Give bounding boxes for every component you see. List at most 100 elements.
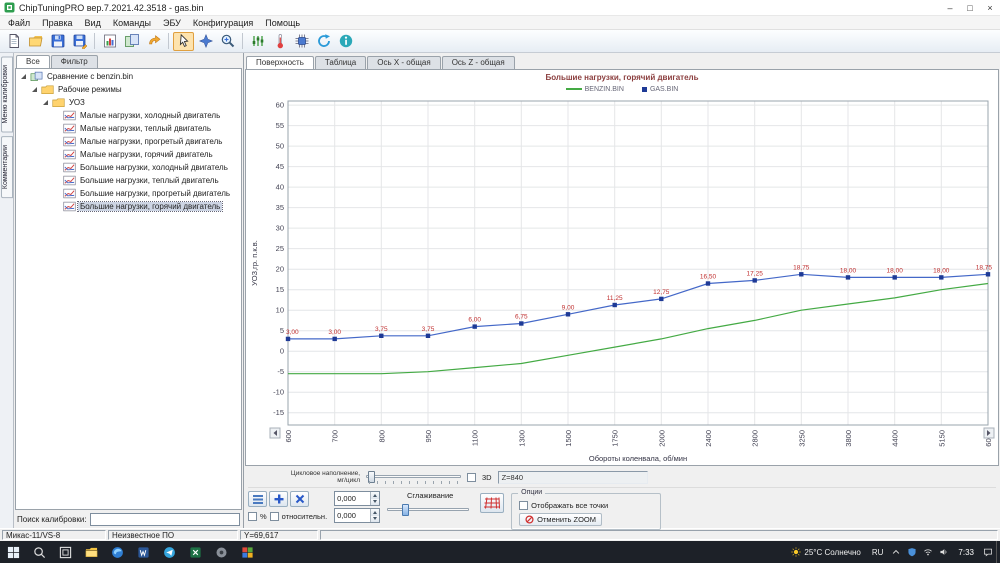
offset-spinbox-value: 0,000 bbox=[335, 509, 370, 522]
svg-text:1100: 1100 bbox=[471, 430, 480, 446]
tree-item-label: Большие нагрузки, прогретый двигатель bbox=[78, 189, 232, 198]
edge-browser-button[interactable] bbox=[104, 541, 130, 563]
temperature-button[interactable] bbox=[269, 32, 290, 51]
menu-item-5[interactable]: ЭБУ bbox=[157, 16, 187, 29]
chart-plot[interactable]: -15-10-505101520253035404550556060070080… bbox=[248, 95, 996, 465]
tree-item[interactable]: Малые нагрузки, горячий двигатель bbox=[16, 148, 241, 161]
relative-label: относительн. bbox=[282, 512, 327, 521]
svg-text:1750: 1750 bbox=[611, 430, 620, 447]
info-button[interactable] bbox=[335, 32, 356, 51]
spin-down-button[interactable] bbox=[371, 516, 379, 523]
tree-item[interactable]: Большие нагрузки, теплый двигатель bbox=[16, 174, 241, 187]
show-all-points-checkbox[interactable] bbox=[519, 501, 528, 510]
pinned-app-4-button[interactable] bbox=[156, 541, 182, 563]
table-mode-button[interactable] bbox=[248, 491, 267, 507]
svg-text:35: 35 bbox=[276, 203, 284, 212]
expand-arrow-icon[interactable] bbox=[30, 85, 39, 94]
file-explorer-button[interactable] bbox=[78, 541, 104, 563]
compare-files-button[interactable] bbox=[121, 32, 142, 51]
sidebar-tab[interactable]: Фильтр bbox=[51, 55, 98, 68]
pinned-app-5-button[interactable] bbox=[182, 541, 208, 563]
start-button[interactable] bbox=[0, 541, 26, 563]
view-tabs: ПоверхностьТаблицаОсь X - общаяОсь Z - о… bbox=[244, 53, 1000, 69]
report-button[interactable] bbox=[99, 32, 120, 51]
tree-item[interactable]: Сравнение с benzin.bin bbox=[16, 70, 241, 83]
spin-arrows[interactable] bbox=[370, 492, 379, 505]
tree-item[interactable]: Большие нагрузки, прогретый двигатель bbox=[16, 187, 241, 200]
delete-point-button[interactable] bbox=[290, 491, 309, 507]
smoothing-slider[interactable] bbox=[387, 502, 469, 518]
3d-checkbox[interactable] bbox=[467, 473, 476, 482]
network-tray-icon[interactable] bbox=[920, 541, 936, 563]
svg-text:1500: 1500 bbox=[564, 430, 573, 447]
navigator-button[interactable] bbox=[195, 32, 216, 51]
undo-zoom-button[interactable]: Отменить ZOOM bbox=[519, 513, 602, 526]
search-button[interactable] bbox=[26, 541, 52, 563]
view-tab[interactable]: Поверхность bbox=[246, 56, 314, 69]
close-button[interactable]: × bbox=[980, 0, 1000, 15]
spin-arrows[interactable] bbox=[370, 509, 379, 522]
cursor-mode-button[interactable] bbox=[173, 32, 194, 51]
ecu-chip-button[interactable] bbox=[291, 32, 312, 51]
show-desktop-button[interactable] bbox=[996, 541, 1000, 563]
menu-item-6[interactable]: Конфигурация bbox=[187, 16, 259, 29]
vertical-tab-1[interactable]: Меню калибровки bbox=[1, 56, 13, 132]
tree-item[interactable]: УОЗ bbox=[16, 96, 241, 109]
tree-item[interactable]: Малые нагрузки, теплый двигатель bbox=[16, 122, 241, 135]
save-as-button[interactable] bbox=[69, 32, 90, 51]
sidebar-tabs: ВсеФильтр bbox=[14, 53, 243, 68]
pinned-app-7-button[interactable] bbox=[234, 541, 260, 563]
menu-item-4[interactable]: Команды bbox=[107, 16, 157, 29]
tree-item[interactable]: Большие нагрузки, горячий двигатель bbox=[16, 200, 241, 213]
tree-item[interactable]: Малые нагрузки, холодный двигатель bbox=[16, 109, 241, 122]
tree-item[interactable]: Малые нагрузки, прогретый двигатель bbox=[16, 135, 241, 148]
security-tray-icon[interactable] bbox=[904, 541, 920, 563]
tree-item[interactable]: Большие нагрузки, холодный двигатель bbox=[16, 161, 241, 174]
vertical-tab-2[interactable]: Комментарии bbox=[1, 136, 13, 198]
action-center-button[interactable] bbox=[980, 541, 996, 563]
weather-widget[interactable]: 25°C Солнечно bbox=[785, 541, 866, 563]
new-file-button[interactable] bbox=[3, 32, 24, 51]
calibration-tune-button[interactable] bbox=[247, 32, 268, 51]
pinned-app-3-button[interactable] bbox=[130, 541, 156, 563]
view-tab[interactable]: Таблица bbox=[315, 56, 366, 69]
offset-spinbox[interactable]: 0,000 bbox=[334, 508, 380, 523]
maximize-button[interactable]: □ bbox=[960, 0, 980, 15]
spin-down-button[interactable] bbox=[371, 499, 379, 506]
pinned-app-6-button[interactable] bbox=[208, 541, 234, 563]
task-view-button[interactable] bbox=[52, 541, 78, 563]
chart-scroll-left-button[interactable] bbox=[270, 428, 280, 438]
chart-scroll-right-button[interactable] bbox=[984, 428, 994, 438]
value-spinbox[interactable]: 0,000 bbox=[334, 491, 380, 506]
tree-item[interactable]: Рабочие режимы bbox=[16, 83, 241, 96]
z-axis-slider[interactable] bbox=[366, 469, 461, 485]
view-tab[interactable]: Ось X - общая bbox=[367, 56, 440, 69]
interpolation-grid-button[interactable] bbox=[480, 493, 504, 513]
relative-checkbox[interactable] bbox=[270, 512, 279, 521]
zoom-tool-button[interactable] bbox=[217, 32, 238, 51]
expand-arrow-icon[interactable] bbox=[41, 98, 50, 107]
settings-icon bbox=[215, 546, 228, 559]
expand-arrow-icon[interactable] bbox=[19, 72, 28, 81]
percent-checkbox[interactable] bbox=[248, 512, 257, 521]
undo-button[interactable] bbox=[143, 32, 164, 51]
menu-item-1[interactable]: Файл bbox=[2, 16, 36, 29]
slider-thumb[interactable] bbox=[402, 504, 409, 516]
menu-item-2[interactable]: Правка bbox=[36, 16, 78, 29]
add-point-button[interactable] bbox=[269, 491, 288, 507]
volume-tray-icon[interactable] bbox=[936, 541, 952, 563]
menu-item-3[interactable]: Вид bbox=[79, 16, 107, 29]
svg-text:10: 10 bbox=[276, 306, 284, 315]
menu-item-7[interactable]: Помощь bbox=[259, 16, 306, 29]
sync-ecu-button[interactable] bbox=[313, 32, 334, 51]
sidebar-tab[interactable]: Все bbox=[16, 55, 50, 68]
open-file-button[interactable] bbox=[25, 32, 46, 51]
language-indicator[interactable]: RU bbox=[867, 541, 889, 563]
taskbar-clock[interactable]: 7:33 bbox=[952, 541, 980, 563]
save-file-button[interactable] bbox=[47, 32, 68, 51]
smoothing-label: Сглаживание bbox=[387, 491, 473, 500]
tray-overflow-button[interactable] bbox=[888, 541, 904, 563]
search-input[interactable] bbox=[90, 513, 240, 526]
view-tab[interactable]: Ось Z - общая bbox=[442, 56, 515, 69]
minimize-button[interactable]: – bbox=[940, 0, 960, 15]
